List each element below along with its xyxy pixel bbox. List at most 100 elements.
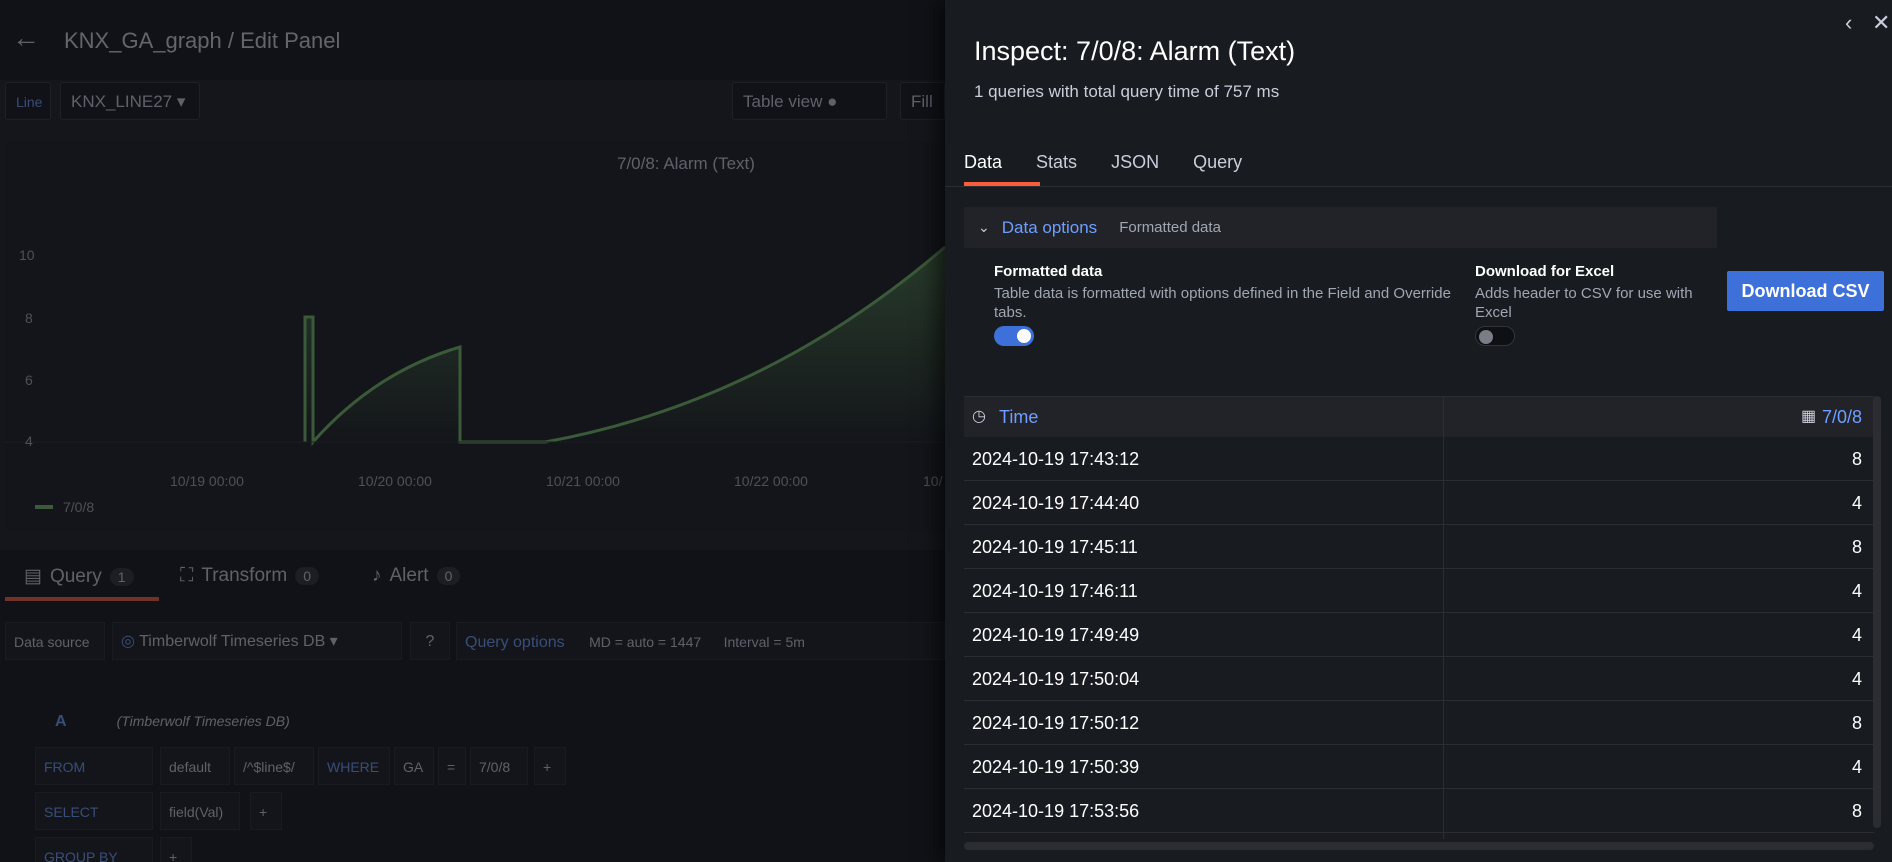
time-cell: 2024-10-19 17:44:40 — [972, 493, 1140, 513]
value-cell: 4 — [1851, 757, 1862, 777]
table-row: 2024-10-19 17:49:49 4 — [964, 613, 1874, 657]
fill-button[interactable]: Fill — [900, 82, 945, 120]
value-cell: 4 — [1851, 493, 1862, 513]
table-vertical-scrollbar[interactable] — [1873, 396, 1881, 828]
value-column-header[interactable]: 7/0/8 — [1822, 407, 1862, 428]
inspect-title: Inspect: 7/0/8: Alarm (Text) — [974, 36, 1296, 66]
table-icon: ▦ — [1801, 408, 1817, 425]
datasource-icon: ◎ — [121, 633, 135, 650]
tab-alert-label: Alert — [389, 565, 429, 586]
chevron-down-icon: ⌄ — [978, 219, 990, 235]
back-arrow-icon[interactable]: ← — [12, 24, 40, 52]
table-header: ◷ Time ▦ 7/0/8 — [964, 397, 1874, 437]
close-icon[interactable]: ✕ — [1872, 10, 1890, 36]
tab-json[interactable]: JSON — [1111, 152, 1159, 173]
time-column-header[interactable]: Time — [999, 407, 1038, 428]
download-csv-button[interactable]: Download CSV — [1727, 271, 1884, 311]
time-cell: 2024-10-19 17:45:11 — [972, 537, 1138, 557]
query-db: (Timberwolf Timeseries DB) — [116, 713, 290, 729]
tab-query-label: Query — [49, 565, 102, 587]
tab-alert-count: 0 — [436, 567, 461, 585]
query-a-header[interactable]: A (Timberwolf Timeseries DB) — [5, 702, 945, 740]
time-cell: 2024-10-19 17:53:56 — [972, 801, 1140, 821]
from-line[interactable]: /^$line$/ — [234, 747, 314, 785]
where-operator[interactable]: = — [438, 747, 466, 785]
x-tick-5: 10/ — [923, 473, 943, 489]
line-select[interactable]: KNX_LINE27 ▾ — [60, 82, 200, 120]
value-cell: 4 — [1851, 625, 1862, 645]
bell-icon: ♪ — [372, 565, 382, 586]
tab-query-count: 1 — [109, 567, 134, 586]
tab-data[interactable]: Data — [964, 152, 1002, 173]
select-field[interactable]: field(Val) — [160, 792, 240, 830]
app-root: ← KNX_GA_graph / Edit Panel Line KNX_LIN… — [0, 0, 1892, 862]
panel-editor-background: ← KNX_GA_graph / Edit Panel Line KNX_LIN… — [0, 0, 945, 862]
where-label: WHERE — [318, 747, 390, 785]
select-add-button[interactable]: + — [250, 792, 282, 830]
y-tick-10: 10 — [19, 247, 35, 263]
tab-stats[interactable]: Stats — [1036, 152, 1077, 173]
time-cell: 2024-10-19 17:50:39 — [972, 757, 1140, 777]
data-options-summary: Formatted data — [1119, 219, 1221, 236]
y-tick-8: 8 — [25, 310, 33, 326]
where-add-button[interactable]: + — [534, 747, 566, 785]
time-cell: 2024-10-19 17:50:12 — [972, 713, 1140, 733]
group-by-label: GROUP BY — [35, 837, 153, 862]
x-tick-2: 10/20 00:00 — [358, 473, 432, 489]
inspect-tabs: Data Stats JSON Query — [964, 152, 1242, 173]
tab-transform[interactable]: ⛶ Transform 0 — [180, 565, 319, 587]
datasource-select[interactable]: ◎ Timberwolf Timeseries DB ▾ — [112, 622, 402, 660]
table-row: 2024-10-19 17:50:04 4 — [964, 657, 1874, 701]
time-cell: 2024-10-19 17:46:11 — [972, 581, 1138, 601]
excel-toggle[interactable] — [1475, 326, 1515, 346]
legend-label: 7/0/8 — [63, 499, 94, 515]
from-default[interactable]: default — [160, 747, 230, 785]
clock-icon: ◷ — [972, 408, 986, 425]
chart-svg: 10 8 6 4 10/19 00:00 10/20 00:00 10/21 0… — [5, 245, 945, 515]
where-ga[interactable]: GA — [394, 747, 434, 785]
tab-alert[interactable]: ♪ Alert 0 — [372, 565, 461, 587]
where-value[interactable]: 7/0/8 — [470, 747, 528, 785]
database-icon: ▤ — [24, 566, 42, 587]
inspect-subtitle: 1 queries with total query time of 757 m… — [974, 82, 1280, 101]
value-cell: 8 — [1851, 801, 1862, 821]
table-horizontal-scrollbar[interactable] — [964, 842, 1874, 850]
inspect-drawer: ‹ ✕ Inspect: 7/0/8: Alarm (Text) 1 queri… — [945, 0, 1892, 862]
group-by-add-button[interactable]: + — [160, 837, 192, 862]
toggle-knob — [1479, 330, 1493, 344]
formatted-data-description: Table data is formatted with options def… — [994, 285, 1451, 321]
tabs-divider — [945, 186, 1892, 187]
tab-query[interactable]: ▤ Query 1 — [24, 565, 134, 588]
tab-transform-count: 0 — [295, 567, 319, 585]
help-icon[interactable]: ? — [410, 622, 450, 660]
line-label: Line — [5, 82, 51, 120]
table-row: 2024-10-19 17:43:12 8 — [964, 437, 1874, 481]
tab-query[interactable]: Query — [1193, 152, 1242, 173]
chevron-left-icon[interactable]: ‹ — [1845, 10, 1852, 36]
datasource-name: Timberwolf Timeseries DB — [139, 633, 326, 650]
query-options-label: Query options — [465, 634, 565, 651]
table-row: 2024-10-19 17:46:11 4 — [964, 569, 1874, 613]
datasource-label: Data source — [5, 622, 105, 660]
value-cell: 8 — [1851, 713, 1862, 733]
x-tick-1: 10/19 00:00 — [170, 473, 244, 489]
query-options[interactable]: Query options MD = auto = 1447 Interval … — [456, 622, 945, 660]
toggle-knob — [1017, 329, 1031, 343]
time-cell: 2024-10-19 17:49:49 — [972, 625, 1140, 645]
interval-value: Interval = 5m — [723, 634, 805, 650]
x-tick-4: 10/22 00:00 — [734, 473, 808, 489]
formatted-data-toggle[interactable] — [994, 326, 1034, 346]
table-view-label: Table view — [743, 92, 823, 111]
y-tick-6: 6 — [25, 372, 33, 388]
table-row: 2024-10-19 17:44:40 4 — [964, 481, 1874, 525]
value-cell: 4 — [1851, 669, 1862, 689]
data-options-header[interactable]: ⌄ Data options Formatted data — [964, 207, 1717, 248]
table-row: 2024-10-19 17:45:11 8 — [964, 525, 1874, 569]
tab-transform-label: Transform — [201, 565, 288, 586]
query-letter: A — [55, 713, 67, 730]
table-view-toggle[interactable]: Table view ● — [732, 82, 887, 120]
max-data-points: MD = auto = 1447 — [589, 634, 702, 650]
editor-topbar: ← KNX_GA_graph / Edit Panel — [0, 0, 945, 80]
select-label: SELECT — [35, 792, 153, 830]
table-row: 2024-10-19 17:53:56 8 — [964, 789, 1874, 833]
